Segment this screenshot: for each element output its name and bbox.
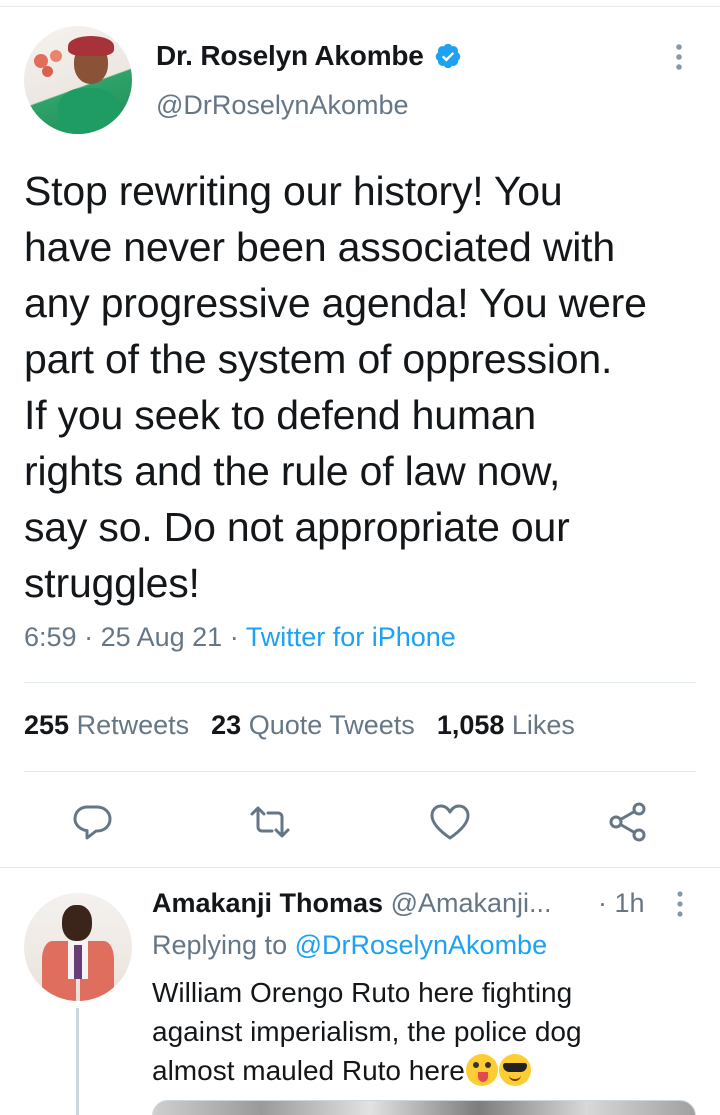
divider <box>24 682 696 683</box>
tweet-date: 25 Aug 21 <box>100 622 223 652</box>
replying-prefix: Replying to <box>152 930 295 960</box>
quotes-label: Quote Tweets <box>248 710 415 740</box>
share-button[interactable] <box>606 800 650 844</box>
tweet-text-line: part of the system of oppression. <box>24 336 613 382</box>
quote-tweets-stat[interactable]: 23 Quote Tweets <box>211 710 415 740</box>
author-handle[interactable]: @DrRoselynAkombe <box>156 90 409 121</box>
likes-stat[interactable]: 1,058 Likes <box>437 710 575 740</box>
top-divider <box>0 6 720 7</box>
sunglasses-face-emoji <box>498 1054 531 1086</box>
zany-face-emoji <box>465 1054 498 1086</box>
reply-text-fragment: almost mauled Ruto here <box>152 1055 465 1086</box>
tweet-text-line: rights and the rule of law now, <box>24 448 561 494</box>
reply-author-handle[interactable]: @Amakanji... <box>391 888 552 918</box>
likes-label: Likes <box>511 710 575 740</box>
more-options-icon[interactable] <box>668 42 690 72</box>
reply-timestamp[interactable]: · 1h <box>598 888 645 919</box>
reply-author-name[interactable]: Amakanji Thomas <box>152 888 383 918</box>
reply-more-options-icon[interactable] <box>670 889 690 919</box>
reply-text-line: against imperialism, the police dog <box>152 1016 582 1047</box>
tweet-text-line: If you seek to defend human <box>24 392 537 438</box>
author-avatar[interactable] <box>24 26 132 134</box>
like-button[interactable] <box>428 800 472 844</box>
tweet-time: 6:59 <box>24 622 77 652</box>
tweet-text-line: say so. Do not appropriate our <box>24 504 570 550</box>
thread-line <box>76 1008 79 1115</box>
author-name[interactable]: Dr. Roselyn Akombe <box>156 40 424 72</box>
reply-header: Amakanji Thomas @Amakanji... <box>152 888 552 919</box>
replying-to: Replying to @DrRoselynAkombe <box>152 930 547 961</box>
like-icon <box>430 804 470 840</box>
tweet-text-line: struggles! <box>24 560 200 606</box>
reply-text: William Orengo Ruto here fighting agains… <box>152 973 712 1090</box>
meta-separator: · <box>222 622 246 652</box>
quotes-count: 23 <box>211 710 242 740</box>
tweet-text: Stop rewriting our history! You have nev… <box>24 163 704 611</box>
tweet-text-line: any progressive agenda! You were <box>24 280 647 326</box>
reply-author-avatar[interactable] <box>24 893 132 1001</box>
retweet-icon <box>250 806 290 838</box>
share-icon <box>609 802 646 842</box>
retweets-count: 255 <box>24 710 70 740</box>
retweets-stat[interactable]: 255 Retweets <box>24 710 189 740</box>
tweet-text-line: have never been associated with <box>24 224 615 270</box>
likes-count: 1,058 <box>436 710 505 740</box>
section-divider <box>0 867 720 868</box>
replying-to-handle[interactable]: @DrRoselynAkombe <box>295 930 548 960</box>
meta-separator: · <box>76 622 101 652</box>
reply-text-line: William Orengo Ruto here fighting <box>152 977 573 1008</box>
divider <box>24 771 696 772</box>
tweet-source-link[interactable]: Twitter for iPhone <box>246 622 456 652</box>
retweet-button[interactable] <box>248 800 292 844</box>
tweet-meta: 6:59 · 25 Aug 21 · Twitter for iPhone <box>24 622 456 653</box>
reply-text-line: almost mauled Ruto here <box>152 1051 712 1090</box>
reply-icon <box>73 805 112 840</box>
retweets-label: Retweets <box>76 710 190 740</box>
tweet-stats: 255 Retweets 23 Quote Tweets 1,058 Likes <box>24 710 575 741</box>
reply-button[interactable] <box>70 800 114 844</box>
tweet-text-line: Stop rewriting our history! You <box>24 168 563 214</box>
reply-media-image[interactable] <box>152 1100 696 1115</box>
verified-badge-icon <box>435 43 461 69</box>
